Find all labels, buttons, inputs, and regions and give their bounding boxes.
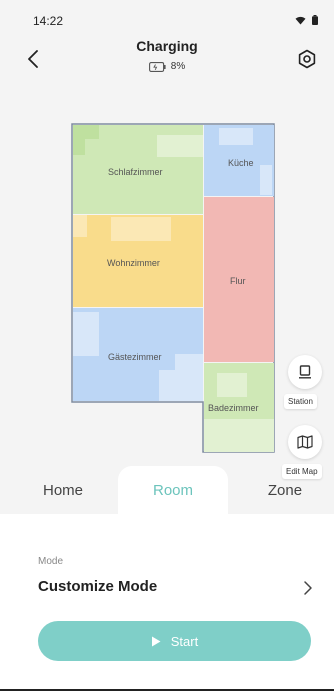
play-icon (151, 636, 161, 646)
room-label-wohnzimmer: Wohnzimmer (107, 258, 160, 268)
room-badezimmer[interactable]: Badezimmer (204, 363, 274, 452)
bottom-panel: Mode Customize Mode Start (0, 514, 334, 691)
room-label-kueche: Küche (228, 158, 254, 168)
room-texture (217, 373, 247, 397)
station-icon (299, 365, 311, 379)
status-bar: 14:22 (0, 0, 334, 30)
station-button[interactable] (288, 355, 322, 389)
settings-button[interactable] (294, 46, 320, 72)
station-label: Station (284, 394, 317, 409)
start-label: Start (170, 633, 199, 649)
room-label-badezimmer: Badezimmer (208, 403, 259, 413)
wifi-icon (295, 16, 306, 24)
map-icon (297, 435, 313, 449)
room-label-flur: Flur (230, 276, 246, 286)
battery-indicator: 8% (0, 61, 334, 72)
status-icons (295, 15, 318, 25)
tab-home[interactable]: Home (18, 466, 108, 514)
room-texture (111, 217, 171, 241)
room-texture (159, 370, 175, 401)
room-kueche[interactable]: Küche (204, 125, 274, 196)
start-button[interactable]: Start (38, 621, 311, 661)
header: Charging 8% (0, 30, 334, 90)
mode-tabs: Home Room Zone (0, 466, 334, 514)
edit-map-button[interactable] (288, 425, 322, 459)
mode-caption: Mode (38, 556, 64, 567)
page-title: Charging (136, 38, 198, 54)
room-texture (73, 312, 99, 356)
room-texture (73, 215, 87, 237)
room-texture (175, 354, 203, 401)
room-label-gaestezimmer: Gästezimmer (108, 352, 162, 362)
room-texture (73, 125, 99, 139)
room-texture (73, 139, 85, 155)
status-time: 14:22 (33, 14, 64, 28)
settings-icon (298, 49, 316, 69)
room-texture (204, 419, 274, 452)
room-texture (157, 135, 203, 157)
room-texture (260, 165, 272, 195)
battery-percent: 8% (170, 61, 186, 72)
floor-map: Schlafzimmer Küche Wohnzimmer Flur Gäste… (71, 123, 276, 454)
battery-status-icon (312, 15, 318, 25)
room-gaestezimmer[interactable]: Gästezimmer (73, 308, 203, 401)
room-flur[interactable]: Flur (204, 197, 274, 362)
room-texture (219, 128, 253, 145)
chevron-right-icon[interactable] (300, 580, 316, 596)
tab-room[interactable]: Room (118, 466, 228, 514)
room-wohnzimmer[interactable]: Wohnzimmer (73, 215, 203, 307)
room-schlafzimmer[interactable]: Schlafzimmer (73, 125, 203, 214)
mode-selector[interactable]: Customize Mode (38, 578, 157, 595)
battery-icon (148, 61, 166, 72)
room-label-schlafzimmer: Schlafzimmer (108, 167, 163, 177)
tab-zone[interactable]: Zone (236, 466, 334, 514)
